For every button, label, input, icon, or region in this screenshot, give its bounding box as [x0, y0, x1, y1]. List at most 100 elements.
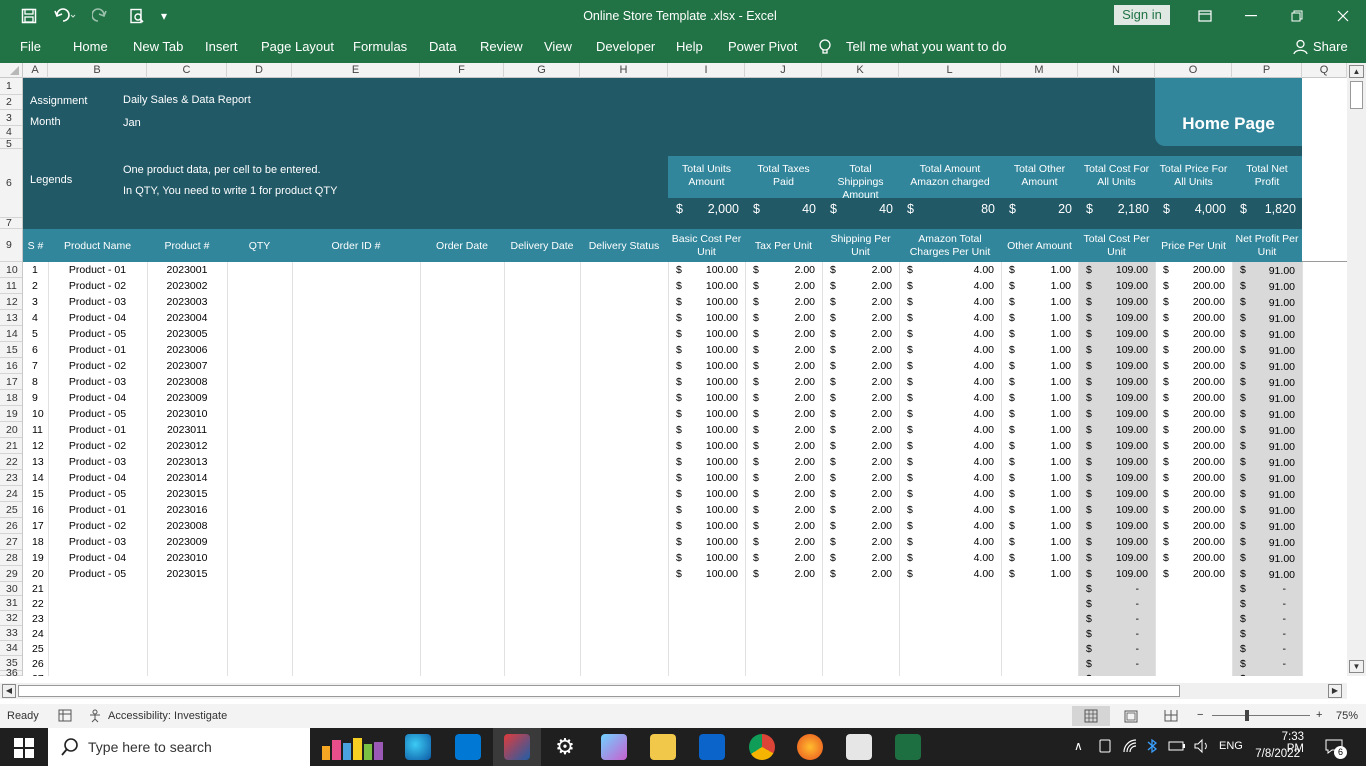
totals-value-6[interactable]: 2,180	[1078, 202, 1149, 216]
windows-start-icon[interactable]	[14, 738, 34, 758]
page-break-view-icon[interactable]	[1164, 709, 1178, 722]
amount-cell[interactable]: 1.00	[1001, 424, 1071, 436]
amount-cell[interactable]: 100.00	[668, 424, 738, 436]
outlook-icon[interactable]	[699, 734, 725, 760]
ribbon-display-icon[interactable]	[1192, 0, 1218, 31]
product-number-cell[interactable]: 2023016	[147, 504, 227, 516]
zoom-in-button[interactable]: +	[1316, 709, 1322, 721]
edge-icon[interactable]	[405, 734, 431, 760]
tab-power-pivot[interactable]: Power Pivot	[728, 31, 797, 63]
amount-dash[interactable]: -	[1078, 673, 1140, 676]
serial-cell[interactable]: 15	[32, 488, 44, 500]
row-header[interactable]: 28	[0, 550, 22, 566]
row-header[interactable]: 15	[0, 342, 22, 358]
row-header[interactable]: 14	[0, 326, 22, 342]
amount-cell[interactable]: 1.00	[1001, 504, 1071, 516]
amount-cell[interactable]: 109.00	[1078, 376, 1148, 388]
serial-cell[interactable]: 6	[32, 344, 38, 356]
redo-icon[interactable]	[86, 0, 120, 31]
amount-cell[interactable]: 200.00	[1155, 424, 1225, 436]
amount-cell[interactable]: 2.00	[822, 376, 892, 388]
amount-cell[interactable]: 100.00	[668, 456, 738, 468]
totals-value-4[interactable]: 80	[899, 202, 995, 216]
amount-cell[interactable]: 1.00	[1001, 472, 1071, 484]
accessibility-icon[interactable]	[89, 709, 104, 723]
amount-cell[interactable]: 109.00	[1078, 488, 1148, 500]
firefox-icon[interactable]	[797, 734, 823, 760]
row-header[interactable]: 33	[0, 626, 22, 641]
tab-data[interactable]: Data	[429, 31, 456, 63]
product-name-cell[interactable]: Product - 03	[48, 536, 147, 548]
row-header[interactable]: 20	[0, 422, 22, 438]
amount-cell[interactable]: 2.00	[822, 552, 892, 564]
amount-cell[interactable]: 2.00	[745, 568, 815, 580]
product-name-cell[interactable]: Product - 03	[48, 376, 147, 388]
store-icon[interactable]	[455, 734, 481, 760]
paint-icon[interactable]	[601, 734, 627, 760]
amount-cell[interactable]: 4.00	[899, 552, 994, 564]
amount-cell[interactable]: 4.00	[899, 440, 994, 452]
serial-cell[interactable]: 14	[32, 472, 44, 484]
home-page-button[interactable]: Home Page	[1155, 78, 1302, 146]
amount-cell[interactable]: 200.00	[1155, 376, 1225, 388]
amount-cell[interactable]: 2.00	[822, 424, 892, 436]
table-header-cell[interactable]: Order Date	[422, 232, 502, 260]
amount-cell[interactable]: 109.00	[1078, 344, 1148, 356]
product-number-cell[interactable]: 2023009	[147, 536, 227, 548]
table-header-cell[interactable]: Product #	[149, 232, 225, 260]
row-header[interactable]: 30	[0, 582, 22, 596]
product-name-cell[interactable]: Product - 01	[48, 264, 147, 276]
zoom-slider-track[interactable]	[1212, 715, 1310, 716]
serial-cell[interactable]: 17	[32, 520, 44, 532]
amount-cell[interactable]: 2.00	[745, 376, 815, 388]
product-name-cell[interactable]: Product - 03	[48, 456, 147, 468]
serial-cell[interactable]: 16	[32, 504, 44, 516]
serial-cell[interactable]: 9	[32, 392, 38, 404]
amount-cell[interactable]: 2.00	[745, 328, 815, 340]
tab-home[interactable]: Home	[73, 31, 108, 63]
amount-cell[interactable]: 1.00	[1001, 344, 1071, 356]
row-header[interactable]: 11	[0, 278, 22, 294]
amount-cell[interactable]: 109.00	[1078, 312, 1148, 324]
row-header[interactable]: 16	[0, 358, 22, 374]
settings-gear-icon[interactable]: ⚙	[552, 734, 578, 760]
product-number-cell[interactable]: 2023014	[147, 472, 227, 484]
row-header[interactable]: 17	[0, 374, 22, 390]
row-header[interactable]: 3	[0, 110, 22, 126]
scroll-left-icon[interactable]: ◀	[2, 684, 16, 698]
col-header-h[interactable]: H	[580, 63, 668, 78]
amount-cell[interactable]: 2.00	[745, 392, 815, 404]
tell-me-search[interactable]: Tell me what you want to do	[846, 31, 1006, 63]
serial-cell[interactable]: 25	[32, 643, 44, 655]
undo-icon[interactable]	[48, 0, 82, 31]
amount-cell[interactable]: 1.00	[1001, 264, 1071, 276]
amount-cell[interactable]: 1.00	[1001, 552, 1071, 564]
amount-cell[interactable]: 1.00	[1001, 328, 1071, 340]
amount-cell[interactable]: 100.00	[668, 296, 738, 308]
amount-cell[interactable]: 91.00	[1232, 569, 1295, 581]
product-name-cell[interactable]: Product - 05	[48, 328, 147, 340]
amount-cell[interactable]: 100.00	[668, 392, 738, 404]
row-header[interactable]: 1	[0, 78, 22, 95]
product-number-cell[interactable]: 2023009	[147, 392, 227, 404]
amount-cell[interactable]: 100.00	[668, 328, 738, 340]
amount-cell[interactable]: 91.00	[1232, 377, 1295, 389]
vertical-scrollbar[interactable]: ▲ ▼	[1347, 63, 1366, 676]
serial-cell[interactable]: 13	[32, 456, 44, 468]
amount-cell[interactable]: 109.00	[1078, 552, 1148, 564]
table-header-cell[interactable]: Price Per Unit	[1157, 232, 1230, 260]
amount-cell[interactable]: 109.00	[1078, 408, 1148, 420]
amount-cell[interactable]: 109.00	[1078, 360, 1148, 372]
row-header[interactable]: 29	[0, 566, 22, 582]
amount-cell[interactable]: 2.00	[745, 536, 815, 548]
print-preview-icon[interactable]	[124, 0, 150, 31]
amount-cell[interactable]: 4.00	[899, 472, 994, 484]
serial-cell[interactable]: 23	[32, 613, 44, 625]
chrome-icon[interactable]	[749, 734, 775, 760]
amount-cell[interactable]: 109.00	[1078, 424, 1148, 436]
amount-cell[interactable]: 109.00	[1078, 568, 1148, 580]
amount-cell[interactable]: 100.00	[668, 568, 738, 580]
amount-cell[interactable]: 200.00	[1155, 504, 1225, 516]
row-header[interactable]: 19	[0, 406, 22, 422]
serial-cell[interactable]: 2	[32, 280, 38, 292]
